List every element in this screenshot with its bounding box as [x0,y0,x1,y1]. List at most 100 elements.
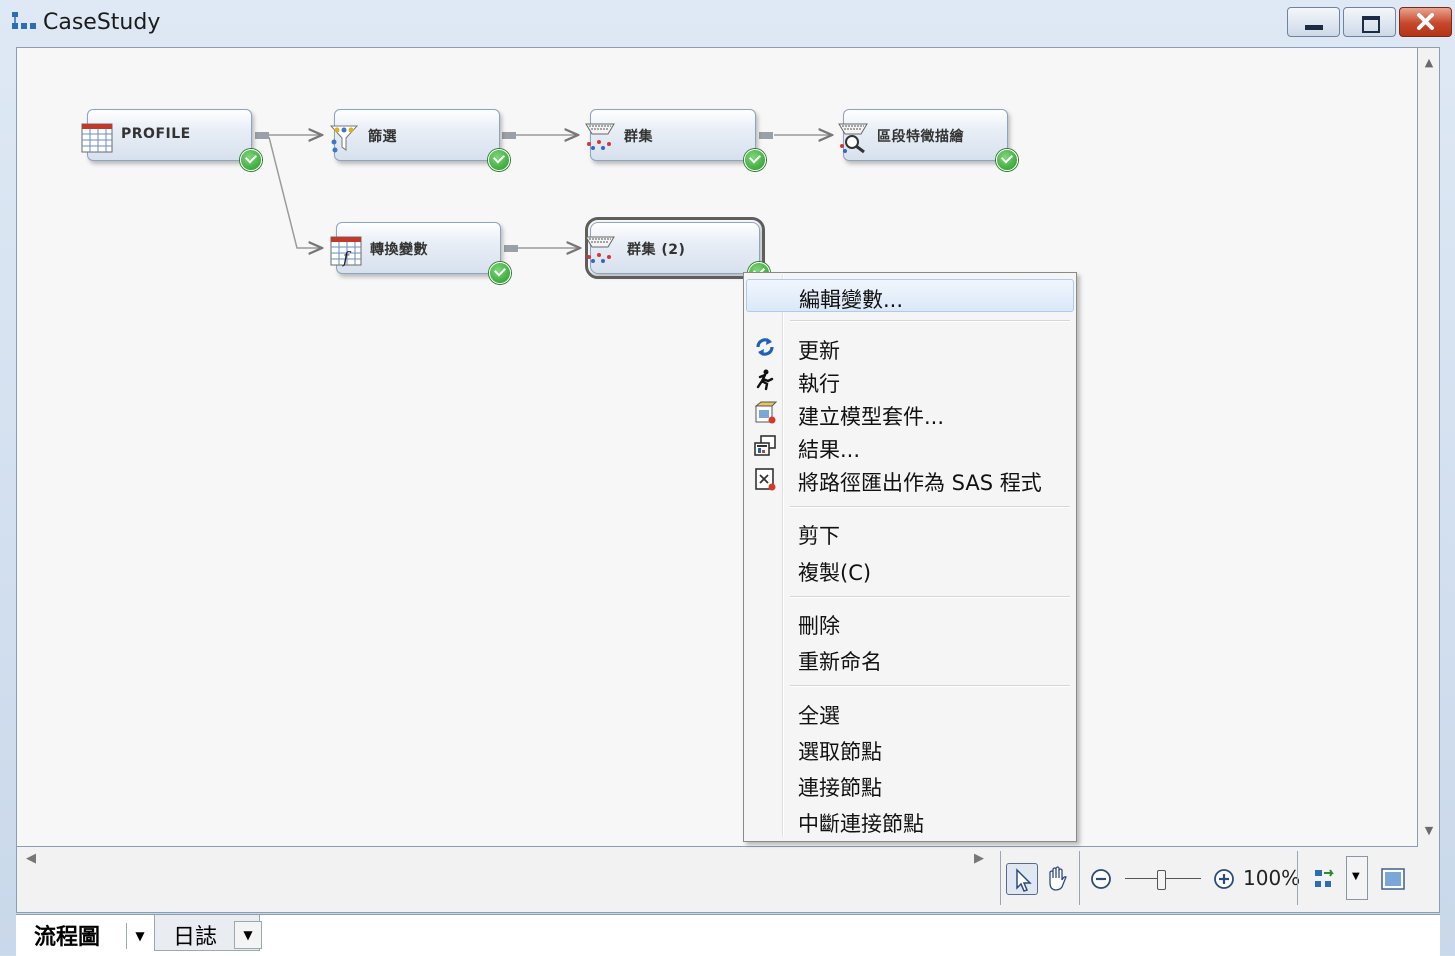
overview-icon [1381,868,1405,890]
minimize-button[interactable] [1287,7,1340,37]
node-cluster[interactable]: 群集 [585,109,766,171]
tab-log-dropdown[interactable]: ▼ [234,921,262,949]
zoom-out-button[interactable] [1088,865,1120,897]
toolbar-divider [1079,851,1080,905]
zoom-level: 100% [1243,866,1301,890]
zoom-in-icon [1214,869,1234,889]
node-cluster-2[interactable]: 群集 (2) [585,217,770,284]
node-output-port[interactable] [504,245,518,252]
run-icon [756,369,774,391]
diagram-canvas[interactable] [16,47,1418,847]
menu-item-run[interactable]: 執行 [746,364,1074,397]
pointer-icon [1016,868,1032,892]
menu-item-export-path-sas[interactable]: 將路徑匯出作為 SAS 程式 [746,463,1074,496]
select-tool-button[interactable] [1006,863,1038,895]
hand-icon [1049,866,1067,891]
menu-item-cut[interactable]: 剪下 [746,516,1074,549]
menu-item-label: 剪下 [798,524,840,548]
scroll-left-icon[interactable]: ◀ [26,851,36,866]
menu-item-rename[interactable]: 重新命名 [746,642,1074,675]
title-bar: CaseStudy [0,0,1455,46]
vertical-scrollbar[interactable]: ▲ ▼ [1418,47,1440,847]
chevron-down-icon: ▼ [135,929,145,943]
layout-dropdown-button[interactable]: ▼ [1346,856,1368,900]
node-transform-variables[interactable]: f 轉換變數 [330,222,511,284]
cluster-icon [585,123,615,150]
status-complete-icon [489,262,511,284]
overview-button[interactable] [1378,864,1410,896]
menu-item-edit-variables[interactable]: 編輯變數... [746,279,1074,312]
scroll-right-icon[interactable]: ▶ [974,851,984,866]
node-output-port[interactable] [255,132,269,139]
node-transform-variables-label: 轉換變數 [370,242,428,258]
menu-item-label: 刪除 [798,614,840,638]
menu-item-label: 中斷連接節點 [798,812,924,836]
node-profile[interactable]: PROFILE [81,109,262,171]
export-sas-icon [755,468,776,491]
zoom-slider[interactable] [1125,870,1201,890]
menu-item-label: 重新命名 [798,650,882,674]
model-package-icon [754,401,777,424]
menu-item-copy[interactable]: 複製(C) [746,553,1074,586]
menu-separator [790,685,1070,687]
tab-flow-diagram-label: 流程圖 [34,925,101,950]
chevron-down-icon: ▼ [1352,871,1360,882]
process-flow-icon [12,12,36,29]
scroll-up-icon[interactable]: ▲ [1418,56,1440,69]
tab-flow-diagram-dropdown[interactable]: ▼ [126,923,153,949]
node-segment-profile[interactable]: 區段特徵描繪 [838,109,1018,171]
transform-variables-icon: f [330,236,362,267]
status-complete-icon [240,149,262,171]
menu-item-disconnect-nodes[interactable]: 中斷連接節點 [746,804,1074,837]
menu-item-label: 更新 [798,339,840,363]
node-filter-label: 篩選 [368,129,397,145]
minimize-icon [1305,25,1323,30]
node-output-port[interactable] [502,132,516,139]
menu-item-refresh[interactable]: 更新 [746,331,1074,364]
close-button[interactable] [1399,7,1452,37]
zoom-slider-thumb[interactable] [1157,870,1166,890]
segment-profile-icon [838,123,868,154]
menu-item-label: 複製(C) [798,561,872,585]
data-table-icon [81,123,113,153]
node-segment-profile-label: 區段特徵描繪 [877,129,964,145]
menu-separator [790,596,1070,598]
status-complete-icon [996,149,1018,171]
menu-item-results[interactable]: 結果... [746,430,1074,463]
menu-item-select-nodes[interactable]: 選取節點 [746,732,1074,765]
status-complete-icon [744,149,766,171]
menu-separator [790,320,1070,322]
refresh-icon [756,338,774,356]
menu-item-label: 建立模型套件... [798,405,945,429]
layout-icon [1315,869,1334,887]
node-profile-label: PROFILE [121,126,191,142]
horizontal-scrollbar[interactable]: ◀ ▶ [16,847,996,877]
cluster-icon [585,236,615,263]
menu-item-label: 結果... [798,438,861,462]
zoom-in-button[interactable] [1211,865,1243,897]
filter-icon [329,125,359,153]
view-tabs: 流程圖 ▼ 日誌 ▼ [16,914,1440,956]
status-complete-icon [488,149,510,171]
chevron-down-icon: ▼ [243,928,253,942]
menu-item-label: 編輯變數... [799,288,904,312]
maximize-button[interactable] [1343,7,1396,37]
window-title: CaseStudy [43,10,161,35]
zoom-out-icon [1091,869,1111,889]
node-cluster-label: 群集 [624,129,653,145]
menu-item-select-all[interactable]: 全選 [746,696,1074,729]
menu-item-label: 連接節點 [798,776,882,800]
casestudy-window: CaseStudy ▲ ▼ ◀ ▶ 100% ▼ 流程圖 ▼ 日誌 ▼ PROF… [0,0,1455,956]
pan-tool-button[interactable] [1042,863,1074,895]
results-icon [754,435,776,456]
close-icon [1417,13,1434,30]
menu-item-create-model-package[interactable]: 建立模型套件... [746,397,1074,430]
node-filter[interactable]: 篩選 [329,109,510,171]
layout-button[interactable] [1310,864,1342,896]
node-cluster-2-label: 群集 (2) [627,242,686,258]
node-output-port[interactable] [759,132,773,139]
scroll-down-icon[interactable]: ▼ [1418,824,1440,837]
menu-item-label: 執行 [798,372,840,396]
menu-item-connect-nodes[interactable]: 連接節點 [746,768,1074,801]
menu-item-delete[interactable]: 刪除 [746,606,1074,639]
